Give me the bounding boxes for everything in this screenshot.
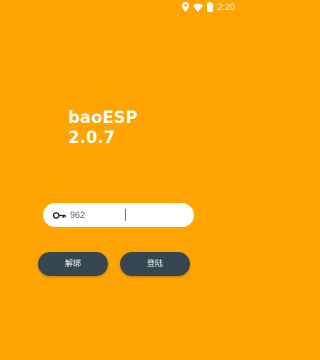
key-input[interactable] bbox=[67, 207, 180, 223]
location-icon bbox=[182, 2, 190, 12]
app-title: baoESP 2.0.7 bbox=[68, 108, 138, 148]
unbind-button[interactable]: 解绑 bbox=[38, 252, 108, 276]
wifi-icon bbox=[193, 3, 204, 12]
text-cursor bbox=[125, 209, 126, 221]
status-time: 2:20 bbox=[217, 2, 235, 12]
status-bar: 2:20 bbox=[0, 0, 240, 14]
login-button[interactable]: 登陆 bbox=[120, 252, 190, 276]
key-icon bbox=[53, 210, 67, 220]
app-name: baoESP bbox=[68, 108, 138, 127]
battery-icon bbox=[207, 2, 214, 12]
key-field[interactable] bbox=[43, 203, 194, 227]
app-version: 2.0.7 bbox=[68, 128, 115, 147]
